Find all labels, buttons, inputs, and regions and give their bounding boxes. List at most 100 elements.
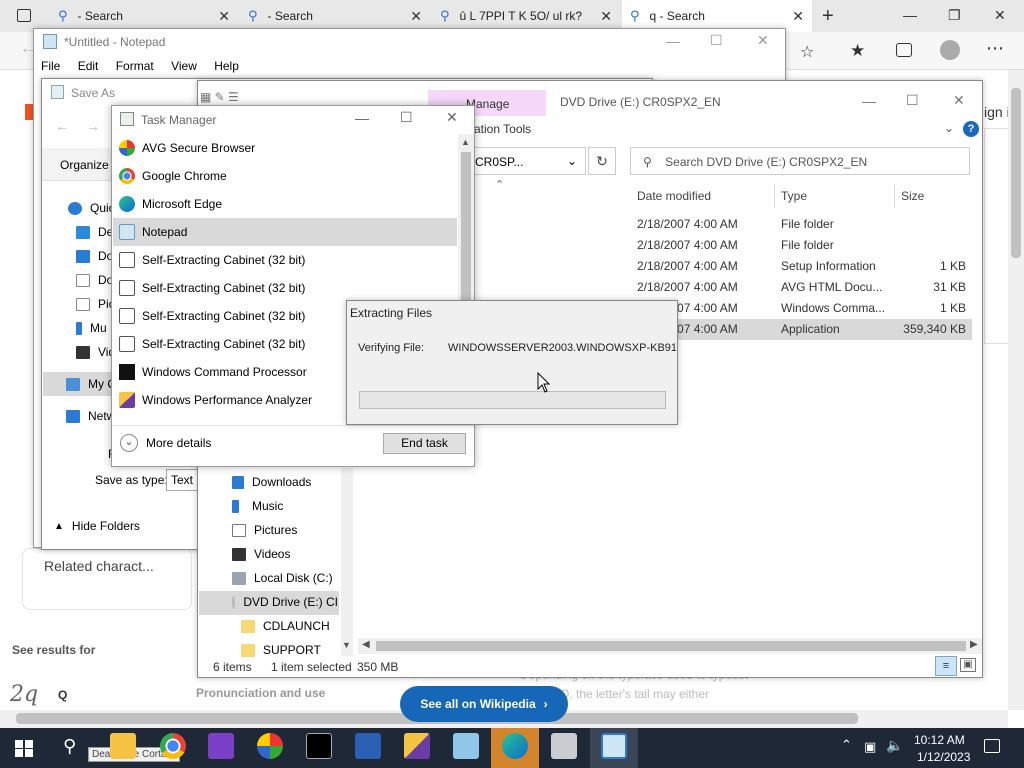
start-button-icon[interactable] bbox=[15, 740, 33, 757]
powershell-taskbar-icon[interactable] bbox=[355, 733, 381, 759]
tm-maximize-icon[interactable]: ☐ bbox=[400, 109, 413, 126]
table-row[interactable]: 2/18/2007 4:00 AM Windows Comma... 1 KB bbox=[630, 298, 972, 319]
profile-icon[interactable] bbox=[940, 40, 960, 60]
nav-network[interactable]: Netw bbox=[66, 409, 115, 423]
close-tab-icon[interactable]: ✕ bbox=[410, 8, 422, 25]
help-icon[interactable]: ? bbox=[963, 121, 979, 137]
notepad-maximize-icon[interactable]: ☐ bbox=[710, 32, 723, 49]
column-type[interactable]: Type bbox=[781, 189, 807, 203]
save-as-type-select[interactable]: Text D bbox=[166, 469, 198, 491]
organize-button[interactable]: Organize bbox=[60, 158, 109, 172]
menu-file[interactable]: File bbox=[41, 59, 60, 73]
clock-time[interactable]: 10:12 AM bbox=[914, 733, 965, 747]
see-all-wikipedia-button[interactable]: See all on Wikipedia › bbox=[400, 686, 568, 722]
nav-pictures[interactable]: Pic bbox=[76, 297, 115, 311]
nav-downloads[interactable]: Downloads bbox=[232, 475, 311, 489]
wpa-taskbar-icon[interactable] bbox=[404, 733, 430, 759]
notepad-close-icon[interactable]: ✕ bbox=[757, 32, 769, 49]
menu-format[interactable]: Format bbox=[116, 59, 154, 73]
details-view-icon[interactable]: ≡ bbox=[935, 656, 957, 676]
search-taskbar-icon[interactable]: ⚲ bbox=[63, 736, 76, 757]
app-row-avg[interactable]: AVG Secure Browser bbox=[113, 134, 457, 162]
forward-arrow-icon[interactable]: → bbox=[86, 118, 100, 134]
hscrollbar-thumb[interactable] bbox=[376, 641, 966, 651]
app-row-edge[interactable]: Microsoft Edge bbox=[113, 190, 457, 218]
clock-date[interactable]: 1/12/2023 bbox=[917, 750, 970, 764]
nav-music[interactable]: Music bbox=[232, 499, 283, 513]
close-tab-icon[interactable]: ✕ bbox=[600, 8, 612, 25]
table-row[interactable]: 2/18/2007 4:00 AM Setup Information 1 KB bbox=[630, 256, 972, 277]
browser-scrollbar-thumb[interactable] bbox=[1011, 88, 1021, 258]
nav-downloads[interactable]: Do bbox=[76, 249, 113, 263]
hide-folders-button[interactable]: ▲ Hide Folders bbox=[54, 519, 140, 533]
nav-support[interactable]: SUPPORT bbox=[241, 643, 321, 657]
nav-videos[interactable]: Vid bbox=[76, 345, 115, 359]
refresh-icon[interactable]: ↻ bbox=[588, 147, 616, 175]
nav-pictures[interactable]: Pictures bbox=[232, 523, 297, 537]
search-box[interactable]: ⚲ Search DVD Drive (E:) CR0SPX2_EN bbox=[630, 147, 970, 175]
column-size[interactable]: Size bbox=[901, 189, 924, 203]
back-arrow-icon[interactable]: ← bbox=[55, 118, 69, 134]
notifications-icon[interactable] bbox=[984, 739, 1000, 753]
app-row-cabinet[interactable]: Self-Extracting Cabinet (32 bit) bbox=[113, 274, 457, 302]
chrome-taskbar-icon[interactable] bbox=[160, 733, 186, 759]
explorer-close-icon[interactable]: ✕ bbox=[953, 92, 965, 109]
scroll-right-icon[interactable]: ▶ bbox=[970, 639, 978, 650]
close-tab-icon[interactable]: ✕ bbox=[218, 8, 230, 25]
end-task-button[interactable]: End task bbox=[383, 433, 466, 454]
show-hidden-icons[interactable]: ⌃ bbox=[841, 737, 852, 753]
add-favorite-icon[interactable]: ☆ bbox=[800, 42, 814, 62]
file-explorer-taskbar-icon[interactable] bbox=[110, 733, 136, 759]
q-result-label[interactable]: Q bbox=[58, 688, 67, 702]
address-bar[interactable]: CR0SP... ⌄ bbox=[470, 147, 586, 175]
nav-music[interactable]: Mu bbox=[76, 321, 107, 335]
column-date-modified[interactable]: Date modified bbox=[637, 189, 711, 203]
app-row-cabinet[interactable]: Self-Extracting Cabinet (32 bit) bbox=[113, 246, 457, 274]
cmd-taskbar-icon[interactable] bbox=[306, 733, 332, 759]
notepad-minimize-icon[interactable]: — bbox=[666, 33, 680, 49]
app-row-chrome[interactable]: Google Chrome bbox=[113, 162, 457, 190]
tab-actions-icon[interactable] bbox=[17, 9, 31, 22]
explorer-minimize-icon[interactable]: — bbox=[862, 93, 876, 109]
ribbon-expand-icon[interactable]: ⌄ bbox=[944, 121, 954, 135]
visual-studio-taskbar-icon[interactable] bbox=[208, 733, 234, 759]
collections-icon[interactable] bbox=[896, 43, 912, 57]
table-row-selected[interactable]: 2/18/2007 4:00 AM Application 359,340 KB bbox=[630, 319, 972, 340]
app-row-notepad[interactable]: Notepad bbox=[113, 218, 457, 246]
nav-scrollbar[interactable] bbox=[341, 468, 353, 656]
nav-my-computer[interactable]: My C bbox=[66, 377, 116, 391]
browser-restore-icon[interactable]: ❐ bbox=[948, 7, 961, 24]
nav-cdlaunch[interactable]: CDLAUNCH bbox=[241, 619, 330, 633]
more-icon[interactable]: ⋯ bbox=[986, 38, 1004, 59]
nav-local-disk[interactable]: Local Disk (C:) bbox=[232, 571, 333, 585]
explorer-maximize-icon[interactable]: ☐ bbox=[906, 92, 919, 109]
tm-close-icon[interactable]: ✕ bbox=[446, 109, 458, 126]
tm-scroll-up-icon[interactable]: ▲ bbox=[461, 137, 470, 147]
nav-scrollbar-down-icon[interactable]: ▼ bbox=[342, 640, 351, 650]
browser-minimize-icon[interactable]: — bbox=[903, 7, 917, 23]
sign-in-text[interactable]: ign i bbox=[984, 104, 1008, 120]
browser-close-icon[interactable]: ✕ bbox=[994, 7, 1006, 24]
notepad-alt-taskbar-icon[interactable] bbox=[453, 733, 479, 759]
table-row[interactable]: 2/18/2007 4:00 AM File folder bbox=[630, 214, 972, 235]
nav-quick-access[interactable]: Quic bbox=[68, 201, 115, 215]
new-tab-icon[interactable]: + bbox=[822, 5, 834, 28]
cabinet-taskbar-icon[interactable] bbox=[551, 733, 577, 759]
favorites-icon[interactable]: ★ bbox=[850, 41, 865, 61]
large-icons-view-icon[interactable]: ▣ bbox=[960, 658, 976, 672]
menu-help[interactable]: Help bbox=[214, 59, 239, 73]
table-row[interactable]: 2/18/2007 4:00 AM AVG HTML Docu... 31 KB bbox=[630, 277, 972, 298]
more-details-button[interactable]: ⌄ More details bbox=[120, 434, 211, 452]
nav-videos[interactable]: Videos bbox=[232, 547, 290, 561]
nav-dvd-drive[interactable]: DVD Drive (E:) CI bbox=[232, 595, 338, 609]
avg-taskbar-icon[interactable] bbox=[257, 733, 283, 759]
related-characters-text[interactable]: Related charact... bbox=[44, 558, 154, 574]
menu-view[interactable]: View bbox=[171, 59, 197, 73]
menu-edit[interactable]: Edit bbox=[78, 59, 99, 73]
close-tab-icon[interactable]: ✕ bbox=[792, 8, 804, 25]
network-tray-icon[interactable]: ▣ bbox=[864, 739, 876, 755]
table-row[interactable]: 2/18/2007 4:00 AM File folder bbox=[630, 235, 972, 256]
volume-tray-icon[interactable]: 🔈 bbox=[886, 737, 903, 754]
scroll-left-icon[interactable]: ◀ bbox=[362, 639, 370, 650]
tm-minimize-icon[interactable]: — bbox=[355, 110, 369, 126]
